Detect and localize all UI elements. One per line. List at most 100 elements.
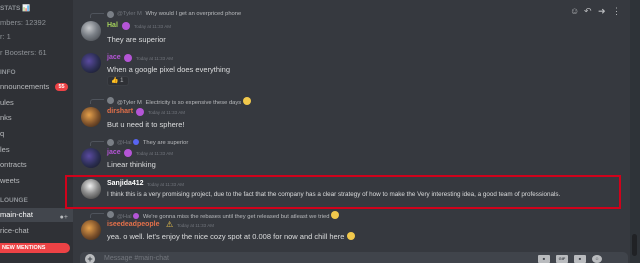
stat-row-label: r: 1 [0,32,11,41]
boosters-count[interactable]: r Boosters: 61 [0,46,73,60]
members-count-label: mbers: 12392 [0,18,46,27]
reply-connector [90,213,104,218]
role-icon [124,54,132,62]
boosters-count-label: r Boosters: 61 [0,48,47,57]
username[interactable]: jace [107,54,121,61]
username[interactable]: jace [107,149,121,156]
channel-links[interactable]: nks [0,111,73,125]
lounge-category-label: LOUNGE [0,197,28,204]
members-count[interactable]: mbers: 12392 [0,16,73,30]
reply-connector [90,13,104,18]
role-icon [133,213,140,219]
timestamp: Today at 11:33 AM [148,110,185,115]
channel-price-chat[interactable]: rice-chat [0,224,73,238]
info-category[interactable]: INFO [0,66,73,80]
message-input[interactable]: Message #main-chat [104,255,169,262]
reply-text: They are superior [142,140,189,146]
scrollbar-track[interactable] [630,0,640,263]
timestamp: Today at 11:33 AM [136,56,173,61]
reply-text: Why would I get an overpriced phone [145,11,242,17]
reply-connector [90,141,104,146]
emoji-picker-icon[interactable]: ☺ [592,255,602,263]
message: @Hal They are superior jace Today at 11:… [74,138,630,170]
timestamp: Today at 11:33 AM [177,223,214,228]
thumbs-up-icon: 👍 [111,78,119,84]
role-icon [133,139,140,145]
reaction-count: 1 [120,78,124,84]
smile-emoji-icon [242,97,251,105]
message-text: They are superior [107,35,166,44]
channel-label: rice-chat [0,226,29,235]
warning-icon: ⚠ [166,220,174,229]
timestamp: Today at 11:33 AM [134,24,171,29]
reply-preview[interactable]: @Tyler M Why would I get an overpriced p… [117,11,241,17]
reply-avatar [107,211,114,218]
add-member-icon[interactable]: ●+ [60,211,68,225]
reply-connector [90,99,104,104]
smile-emoji-icon [331,211,340,219]
channel-faq[interactable]: q [0,127,73,141]
timestamp: Today at 11:33 AM [136,151,173,156]
role-icon [136,108,144,116]
message: jace Today at 11:33 AM When a google pix… [74,51,630,89]
channel-label: nnouncements [0,82,50,91]
username[interactable]: dirshart [107,108,133,115]
reply-preview[interactable]: @Tyler M Electricity is so expensive the… [117,97,251,106]
add-attachment-icon[interactable]: + [85,254,95,263]
channel-label: q [0,129,5,138]
channel-main-chat[interactable]: main-chat ●+ [0,208,73,222]
channel-rules[interactable]: ules [0,96,73,110]
reply-avatar [107,97,114,104]
message-text: But u need it to sphere! [107,120,185,129]
reply-avatar [107,139,114,146]
channel-contracts[interactable]: ontracts [0,158,73,172]
message-text: Linear thinking [107,160,156,169]
scrollbar-thumb[interactable] [632,234,637,256]
channel-announcements[interactable]: nnouncements 55 [0,80,73,94]
channel-label: ontracts [0,160,27,169]
avatar[interactable] [81,107,101,127]
reply-user: @Hal [117,214,132,220]
role-icon [124,149,132,157]
avatar[interactable] [81,148,101,168]
message: @Tyler M Why would I get an overpriced p… [74,10,630,46]
avatar[interactable] [81,21,101,41]
channel-label: ules [0,98,14,107]
reply-preview[interactable]: @Hal They are superior [117,139,188,146]
info-category-label: INFO [0,69,16,76]
reply-avatar [107,11,114,18]
channel-files[interactable]: les [0,143,73,157]
reaction-thumbs-up[interactable]: 👍 1 [107,76,129,86]
server-stats-label: STATS 📊 [0,5,31,12]
stat-row[interactable]: r: 1 [0,30,73,44]
avatar[interactable] [81,220,101,240]
mention-badge: 55 [55,83,68,91]
channel-label: les [0,145,10,154]
reply-user: @Tyler M [117,100,142,106]
new-mentions-button[interactable]: NEW MENTIONS [0,243,70,253]
gif-button[interactable]: GIF [556,255,568,263]
sticker-icon[interactable]: ■ [574,255,586,263]
username[interactable]: iseedeadpeople [107,221,160,228]
message-text-content: yea. o well. let's enjoy the nice cozy s… [107,232,345,241]
message-text: yea. o well. let's enjoy the nice cozy s… [107,232,355,241]
channel-label: main-chat [0,210,33,219]
channel-sidebar: STATS 📊 mbers: 12392 r: 1 r Boosters: 61… [0,0,73,263]
channel-tweets[interactable]: weets [0,174,73,188]
role-icon [122,22,130,30]
lounge-category[interactable]: LOUNGE [0,194,73,208]
smile-emoji-icon [346,232,355,240]
server-stats-header[interactable]: STATS 📊 [0,2,73,16]
reply-text: Electricity is so expensive these days [145,100,242,106]
message: @Tyler M Electricity is so expensive the… [74,96,630,132]
avatar[interactable] [81,53,101,73]
message-composer[interactable]: + Message #main-chat ■ GIF ■ ☺ [80,252,628,263]
message-text: When a google pixel does everything [107,65,230,74]
channel-label: nks [0,113,12,122]
username[interactable]: Hal [107,22,118,29]
reply-preview[interactable]: @Hal We're gonna miss the rebases until … [117,211,340,220]
reply-user: @Hal [117,140,132,146]
gift-icon[interactable]: ■ [538,255,550,263]
highlight-box [65,175,621,209]
message: @Hal We're gonna miss the rebases until … [74,210,630,242]
